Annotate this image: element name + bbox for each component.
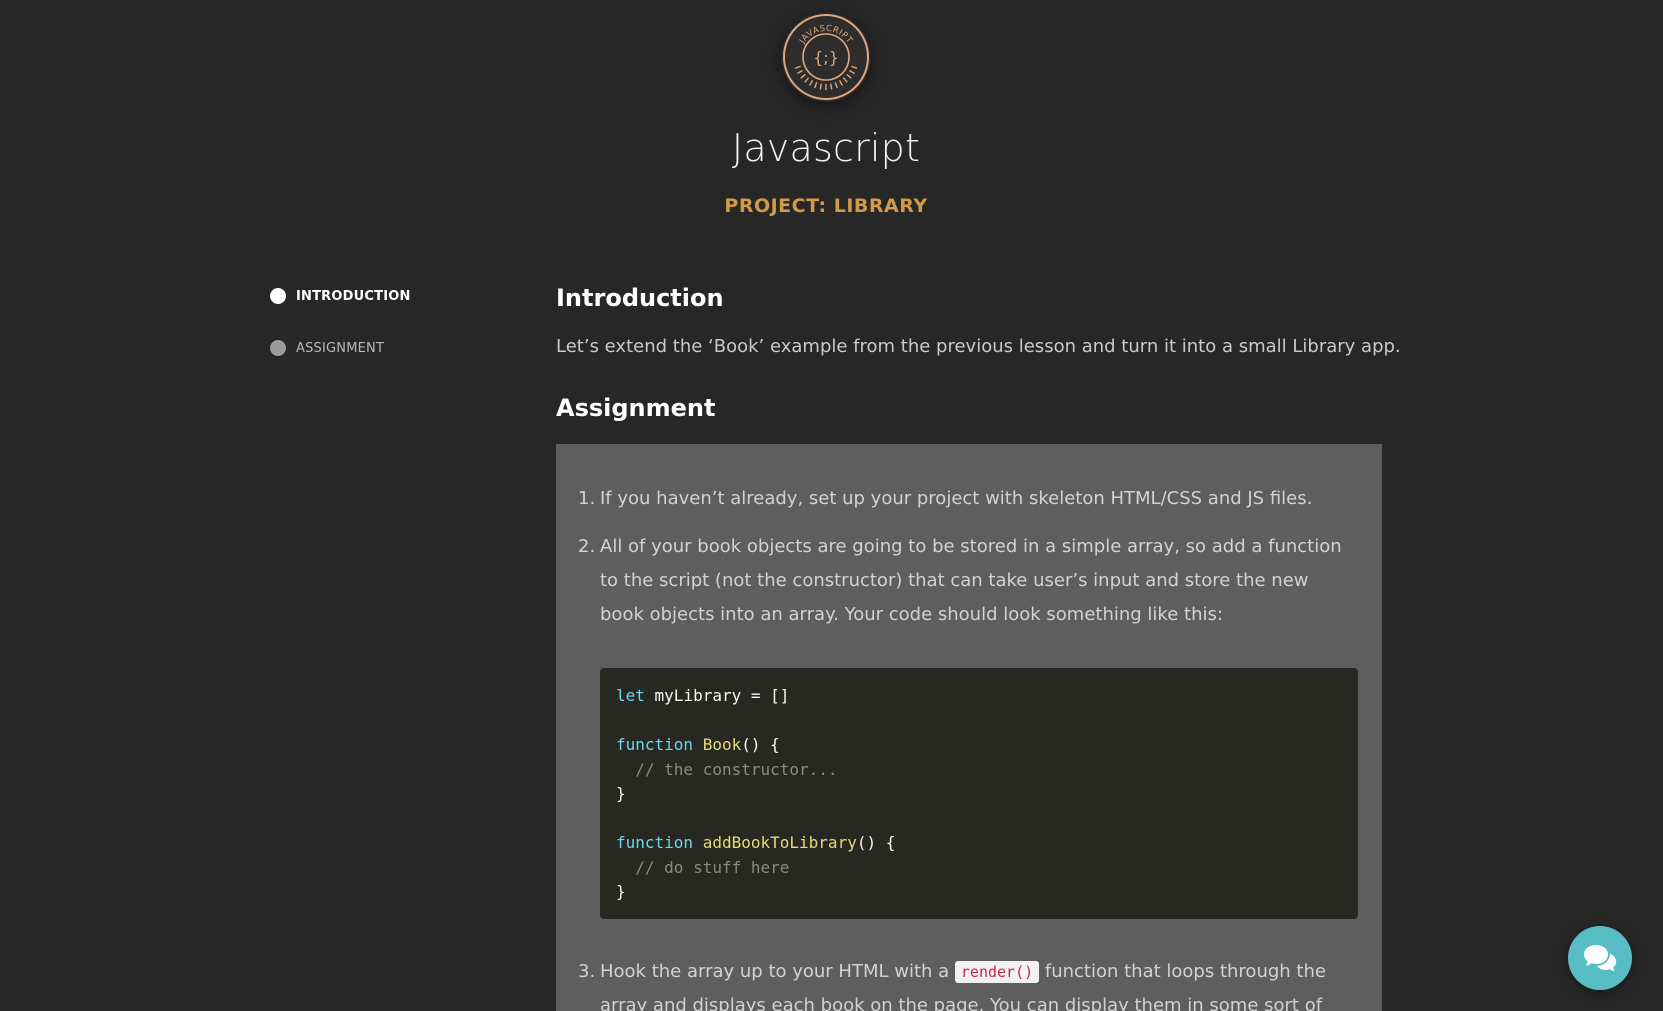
step-number: 3. — [578, 960, 596, 982]
step-number: 1. — [578, 488, 596, 509]
inline-code: render() — [954, 960, 1040, 983]
code-token: } — [616, 882, 626, 901]
step-text-before: Hook the array up to your HTML with a — [600, 960, 955, 982]
project-title: PROJECT: LIBRARY — [724, 195, 928, 217]
step-number: 2. — [578, 536, 596, 557]
assignment-box: 1. If you haven’t already, set up your p… — [556, 444, 1382, 1011]
code-token: addBookToLibrary — [702, 833, 857, 852]
assignment-heading: Assignment — [556, 394, 716, 422]
code-token: function — [616, 833, 694, 852]
code-token: function — [616, 735, 694, 754]
course-badge: JAVASCRIPT {;} — [781, 12, 871, 102]
chat-bubbles-icon — [1584, 945, 1617, 972]
code-line: } — [616, 880, 1342, 905]
code-token: let — [616, 686, 645, 705]
step-text: All of your book objects are going to be… — [600, 536, 1342, 625]
list-item: 3. Hook the array up to your HTML with a… — [578, 955, 1358, 1011]
code-token: () { — [741, 735, 780, 754]
list-item: 1. If you haven’t already, set up your p… — [578, 482, 1358, 516]
lesson-sidebar-nav: INTRODUCTION ASSIGNMENT — [270, 284, 520, 388]
introduction-heading: Introduction — [556, 284, 724, 312]
introduction-text: Let’s extend the ‘Book’ example from the… — [556, 336, 1401, 357]
code-line: // the constructor... — [616, 758, 1342, 783]
code-block: let myLibrary = [] function Book() { // … — [600, 668, 1358, 919]
code-line: } — [616, 782, 1342, 807]
inactive-dot-icon — [270, 340, 286, 356]
chat-button[interactable] — [1568, 926, 1632, 990]
step-text: If you haven’t already, set up your proj… — [600, 488, 1313, 509]
sidebar-item-introduction[interactable]: INTRODUCTION — [270, 284, 520, 308]
code-line: let myLibrary = [] — [616, 684, 1342, 709]
code-line: function Book() { — [616, 733, 1342, 758]
sidebar-item-assignment[interactable]: ASSIGNMENT — [270, 336, 520, 360]
code-block-container: let myLibrary = [] function Book() { // … — [578, 668, 1358, 919]
course-badge-icon: JAVASCRIPT {;} — [782, 13, 870, 101]
badge-symbol: {;} — [813, 48, 839, 67]
sidebar-item-label: INTRODUCTION — [296, 288, 411, 304]
sidebar-item-label: ASSIGNMENT — [296, 340, 385, 356]
code-token: // do stuff here — [616, 857, 790, 877]
assignment-steps: 1. If you haven’t already, set up your p… — [578, 482, 1358, 1011]
lesson-page: JAVASCRIPT {;} Javascript PROJECT: LIBRA… — [0, 0, 1663, 1011]
code-token: () { — [856, 833, 896, 852]
code-token: myLibrary = [] — [644, 686, 790, 705]
code-line: function addBookToLibrary() { — [616, 831, 1342, 856]
list-item: 2. All of your book objects are going to… — [578, 530, 1358, 632]
step-text: Hook the array up to your HTML with a re… — [600, 955, 1358, 1011]
code-token: } — [616, 784, 626, 803]
course-title: Javascript — [731, 126, 921, 170]
code-token: // the constructor... — [616, 759, 838, 779]
active-dot-icon — [270, 288, 286, 304]
code-token: Book — [702, 735, 742, 754]
code-line: // do stuff here — [616, 856, 1342, 881]
